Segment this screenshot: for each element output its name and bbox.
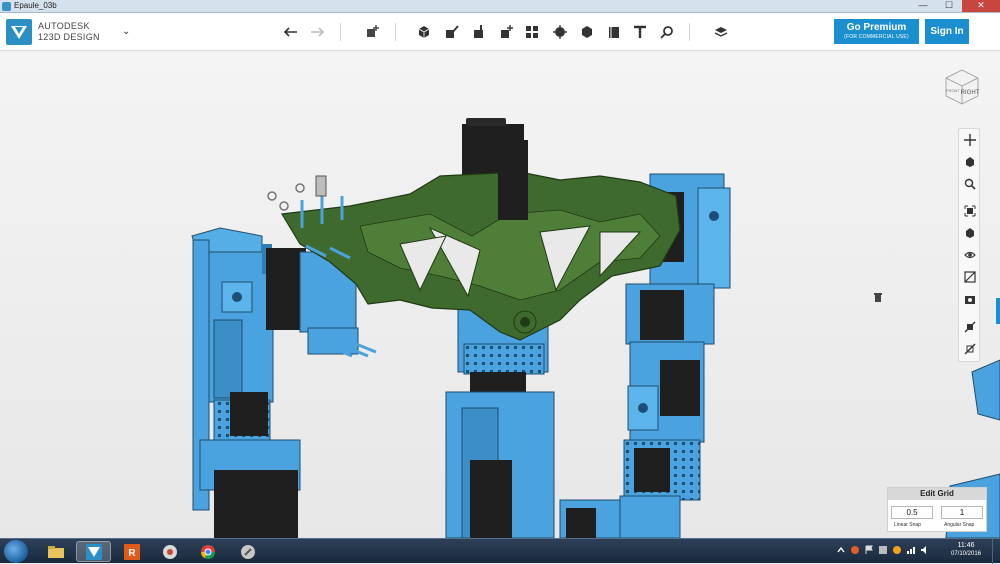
construct-icon[interactable] (469, 22, 489, 42)
tray-arrow-icon[interactable] (836, 545, 846, 555)
washer (279, 201, 289, 211)
toolbar-divider (689, 23, 690, 41)
volume-icon[interactable] (920, 545, 930, 555)
system-clock[interactable]: 11:46 07/10/2016 (946, 542, 986, 557)
modify-icon[interactable] (496, 22, 516, 42)
toolbar-divider (340, 23, 341, 41)
undo-icon[interactable] (281, 22, 301, 42)
washer (267, 191, 277, 201)
primitives-icon[interactable] (414, 22, 434, 42)
viewcube-face-label: RIGHT (961, 90, 980, 96)
show-desktop-button[interactable] (992, 539, 1000, 564)
clock-date: 07/10/2016 (950, 551, 982, 557)
close-button[interactable]: ✕ (962, 0, 1000, 12)
pan-icon[interactable] (962, 132, 978, 148)
toolbar-divider (395, 23, 396, 41)
material-hide-icon[interactable] (962, 319, 978, 335)
view-cube[interactable]: RIGHT FRONT (940, 66, 982, 108)
viewcube-side-label: FRONT (946, 88, 960, 93)
pattern-icon[interactable] (522, 22, 542, 42)
orbit-icon[interactable] (962, 154, 978, 170)
revo-uninstaller-icon[interactable]: R (114, 541, 149, 562)
svg-text:R: R (128, 548, 136, 559)
window-title-bar: Epaule_03b — ☐ ✕ (0, 0, 1000, 13)
combine-icon[interactable] (577, 22, 597, 42)
taskbar: R 11:46 07/10/2016 (0, 538, 1000, 564)
premium-sublabel: (FOR COMMERCIAL USE) (844, 34, 909, 40)
linear-snap-label: Linear Snap (894, 522, 921, 528)
sign-in-button[interactable]: Sign In (925, 19, 969, 44)
sketch-icon[interactable] (442, 22, 462, 42)
bolt (315, 175, 327, 197)
window-title: Epaule_03b (14, 1, 57, 10)
redo-icon[interactable] (307, 22, 327, 42)
offscreen-part (971, 359, 1000, 421)
brand-company: AUTODESK (38, 21, 90, 31)
maximize-button[interactable]: ☐ (936, 0, 962, 12)
tray-app-icon[interactable] (878, 545, 888, 555)
trash-icon[interactable] (873, 292, 883, 302)
start-button[interactable] (4, 540, 28, 563)
go-premium-button[interactable]: Go Premium (FOR COMMERCIAL USE) (834, 19, 919, 44)
material-icon[interactable] (711, 22, 731, 42)
minimize-button[interactable]: — (910, 0, 936, 12)
hide-icon[interactable] (962, 269, 978, 285)
views-icon[interactable] (962, 225, 978, 241)
outline-hide-icon[interactable] (962, 341, 978, 357)
snap-icon[interactable] (657, 22, 677, 42)
angular-snap-label: Angular Snap (944, 522, 975, 528)
chrome-icon[interactable] (190, 541, 225, 562)
washer (295, 183, 305, 193)
settings-app-icon[interactable] (152, 541, 187, 562)
edit-grid-button[interactable]: Edit Grid (888, 488, 986, 500)
linear-snap-field[interactable]: 0.5 (891, 506, 933, 519)
tray-app-icon[interactable] (850, 545, 860, 555)
clock-time: 11:46 (957, 542, 975, 549)
tray-flag-icon[interactable] (864, 545, 874, 555)
premium-label: Go Premium (846, 22, 907, 33)
robot-model[interactable] (0, 52, 1000, 538)
edit-grid-panel: Edit Grid 0.5 1 Linear Snap Angular Snap (887, 487, 987, 532)
brand-product: 123D DESIGN (38, 32, 100, 42)
fit-icon[interactable] (962, 203, 978, 219)
explorer-icon[interactable] (38, 541, 73, 562)
chevron-down-icon[interactable]: ⌄ (122, 26, 130, 37)
app-icon (2, 2, 11, 11)
text-icon[interactable] (630, 22, 650, 42)
network-icon[interactable] (906, 545, 916, 555)
camera-icon[interactable] (962, 291, 978, 307)
123d-design-icon[interactable] (76, 541, 111, 562)
angular-snap-field[interactable]: 1 (941, 506, 983, 519)
media-icon[interactable] (230, 541, 265, 562)
panel-toggle-tab[interactable] (996, 298, 1000, 324)
app-logo-icon[interactable] (6, 19, 32, 45)
visibility-icon[interactable] (962, 247, 978, 263)
3d-viewport[interactable] (0, 52, 1000, 538)
navigation-bar (958, 128, 980, 362)
group-icon[interactable] (550, 22, 570, 42)
tray-app-icon[interactable] (892, 545, 902, 555)
zoom-icon[interactable] (962, 176, 978, 192)
measure-icon[interactable] (604, 22, 624, 42)
transform-icon[interactable] (362, 22, 382, 42)
